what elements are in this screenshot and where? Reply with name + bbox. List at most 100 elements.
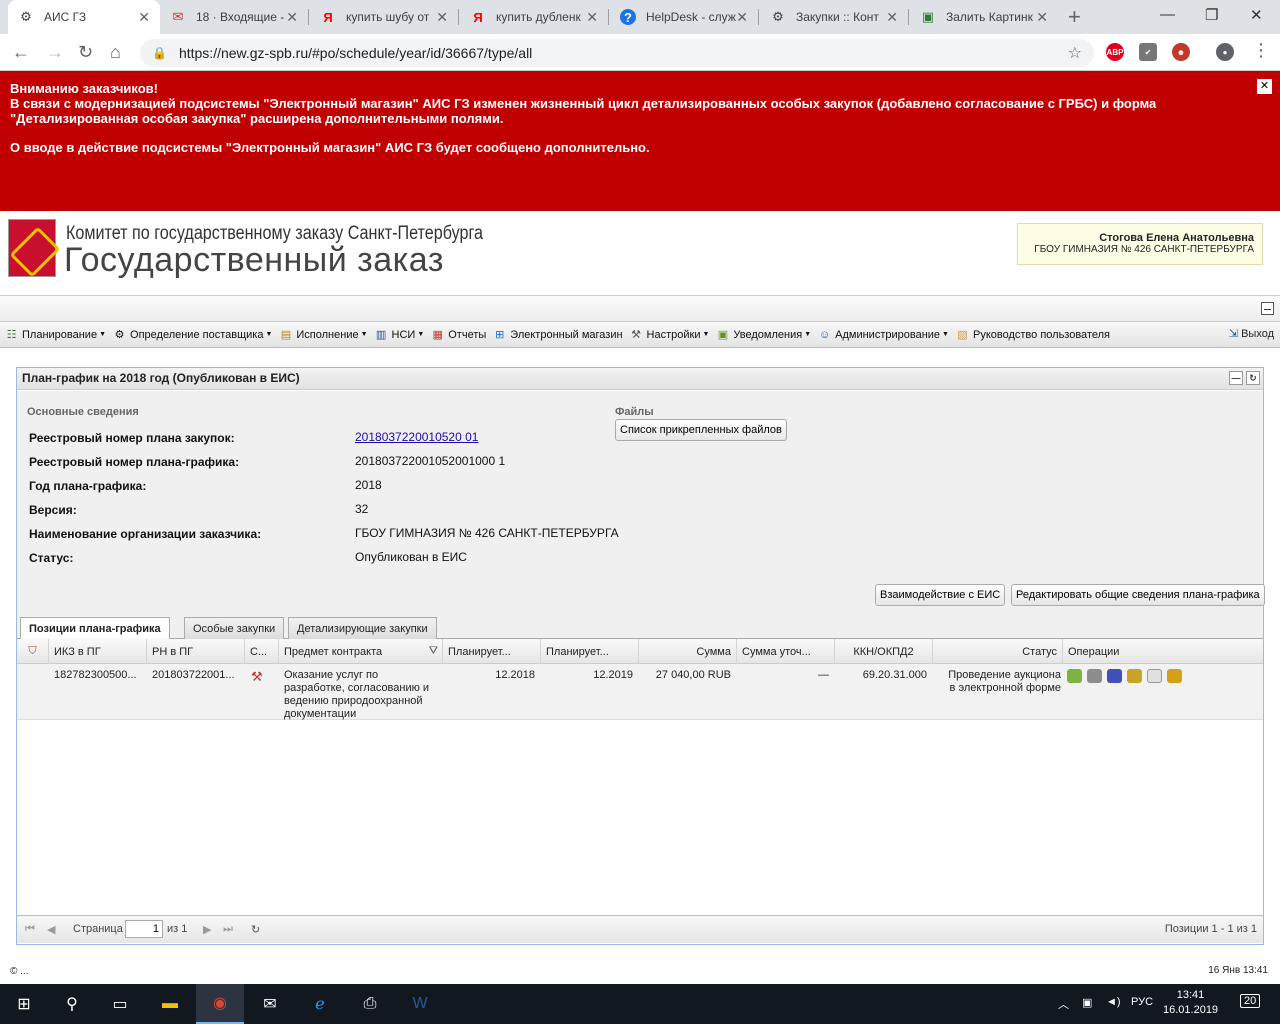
- fax-scan-icon[interactable]: ⎙: [346, 984, 394, 1024]
- internet-explorer-icon[interactable]: ℯ: [296, 984, 344, 1024]
- cart-icon: ⊞: [495, 329, 505, 341]
- profile-icon[interactable]: ●: [1216, 43, 1234, 61]
- col-subject[interactable]: Предмет контракта ⛛: [279, 639, 443, 664]
- new-tab-button[interactable]: +: [1068, 4, 1081, 30]
- address-bar[interactable]: 🔒 https://new.gz-spb.ru/#po/schedule/yea…: [140, 39, 1094, 67]
- close-tab-icon[interactable]: ✕: [736, 9, 748, 26]
- menu-eshop[interactable]: ⊞ Электронный магазин: [492, 328, 622, 342]
- close-tab-icon[interactable]: ✕: [1036, 9, 1048, 26]
- attached-files-button[interactable]: Список прикрепленных файлов: [615, 419, 787, 441]
- col-plan-1[interactable]: Планирует...: [443, 639, 541, 664]
- gear-icon[interactable]: [1087, 669, 1103, 683]
- forward-icon[interactable]: →: [46, 42, 64, 63]
- menu-settings[interactable]: ⚒ Настройки ▼: [629, 328, 709, 342]
- scroll-icon[interactable]: [1167, 669, 1183, 683]
- browser-tab-helpdesk[interactable]: ? HelpDesk - служ ✕: [610, 0, 758, 34]
- browser-tab-zakupki[interactable]: ⚙ Закупки :: Конт ✕: [760, 0, 908, 34]
- money-icon[interactable]: [1067, 669, 1082, 683]
- menu-execution[interactable]: ▤ Исполнение ▼: [278, 328, 368, 342]
- emblem-icon[interactable]: [1127, 669, 1143, 683]
- col-ikz[interactable]: ИКЗ в ПГ: [49, 639, 147, 664]
- schedule-panel: План-график на 2018 год (Опубликован в Е…: [16, 367, 1265, 945]
- document-icon[interactable]: [1147, 669, 1163, 683]
- search-icon[interactable]: ⚲: [48, 984, 96, 1024]
- col-okpd[interactable]: ККН/ОКПД2: [835, 639, 933, 664]
- menu-supplier[interactable]: ⚙ Определение поставщика ▼: [112, 328, 273, 342]
- execution-icon: ▤: [280, 329, 292, 341]
- browser-tab-mail[interactable]: ✉ 18 · Входящие - ✕: [160, 0, 308, 34]
- browser-tab-yandex-1[interactable]: Я купить шубу от ✕: [310, 0, 458, 34]
- menu-dots-icon[interactable]: ⋮: [1252, 40, 1270, 61]
- col-s[interactable]: С...: [245, 639, 279, 664]
- bookmark-star-icon[interactable]: ☆: [1068, 43, 1082, 63]
- chart-icon[interactable]: [1107, 669, 1123, 683]
- col-operations[interactable]: Операции: [1063, 639, 1263, 664]
- browser-tab-yandex-2[interactable]: Я купить дубленк ✕: [460, 0, 608, 34]
- plan-number-link[interactable]: 2018037220010520 01: [355, 430, 478, 444]
- extension-avatar-icon[interactable]: ☻: [1172, 43, 1190, 61]
- close-tab-icon[interactable]: ✕: [886, 9, 898, 26]
- menu-notifications[interactable]: ▣ Уведомления ▼: [715, 328, 811, 342]
- close-tab-icon[interactable]: ✕: [286, 9, 298, 26]
- home-icon[interactable]: ⌂: [110, 42, 121, 63]
- task-view-icon[interactable]: ▭: [96, 984, 144, 1024]
- reload-icon[interactable]: ↻: [78, 42, 93, 63]
- file-explorer-icon[interactable]: ▬: [146, 984, 194, 1024]
- edit-general-info-button[interactable]: Редактировать общие сведения плана-графи…: [1011, 584, 1265, 606]
- prev-page-icon[interactable]: ◀: [47, 923, 55, 936]
- next-page-icon[interactable]: ▶: [203, 923, 211, 936]
- tray-clock[interactable]: 13:41 16.01.2019: [1163, 988, 1218, 1018]
- tray-expand-icon[interactable]: ︿: [1058, 996, 1069, 1012]
- tray-network-icon[interactable]: ▣: [1082, 996, 1092, 1009]
- browser-tab-image-upload[interactable]: ▣ Залить Картинк ✕: [910, 0, 1058, 34]
- close-tab-icon[interactable]: ✕: [586, 9, 598, 26]
- menu-administration[interactable]: ☺ Администрирование ▼: [817, 328, 949, 342]
- windows-start-icon[interactable]: ⊞: [0, 984, 48, 1024]
- chrome-icon[interactable]: ◉: [196, 984, 244, 1024]
- tab-detailing-purchases[interactable]: Детализирующие закупки: [288, 617, 437, 639]
- close-tab-icon[interactable]: ✕: [436, 9, 448, 26]
- back-icon[interactable]: ←: [12, 42, 30, 63]
- eis-interaction-button[interactable]: Взаимодействие с ЕИС: [875, 584, 1006, 606]
- cell-sum-refined: —: [818, 669, 829, 681]
- extension-icon[interactable]: ✔: [1139, 43, 1157, 61]
- planning-icon: ☷: [6, 329, 17, 341]
- filter-clear-icon[interactable]: ⛉: [17, 639, 49, 664]
- close-window-button[interactable]: ✕: [1250, 6, 1263, 24]
- panel-collapse-button[interactable]: —: [1229, 371, 1243, 385]
- table-row[interactable]: 182782300500... 201803722001... ⚒ Оказан…: [17, 664, 1263, 720]
- filter-icon[interactable]: ⛛: [429, 645, 438, 658]
- menu-reports[interactable]: ▦ Отчеты: [430, 328, 487, 342]
- adblock-icon[interactable]: ABP: [1106, 43, 1124, 61]
- restore-button[interactable]: ❐: [1205, 6, 1218, 24]
- first-page-icon[interactable]: ⏮: [25, 923, 35, 936]
- user-name: Стогова Елена Анатольевна: [1099, 232, 1254, 244]
- user-organization: ГБОУ ГИМНАЗИЯ № 426 САНКТ-ПЕТЕРБУРГА: [1034, 244, 1254, 255]
- collapse-header-button[interactable]: [1261, 302, 1274, 315]
- col-plan-2[interactable]: Планирует...: [541, 639, 639, 664]
- word-icon[interactable]: W: [396, 984, 444, 1024]
- mail-icon[interactable]: ✉: [246, 984, 294, 1024]
- close-tab-icon[interactable]: ✕: [138, 9, 150, 26]
- col-rn[interactable]: РН в ПГ: [147, 639, 245, 664]
- coat-of-arms-logo: [8, 219, 56, 277]
- banner-close-button[interactable]: ✕: [1257, 79, 1272, 94]
- tray-volume-icon[interactable]: ◄): [1106, 996, 1121, 1008]
- page-number-input[interactable]: [125, 920, 163, 938]
- refresh-icon[interactable]: ↻: [251, 923, 260, 936]
- menu-nsi[interactable]: ▥ НСИ ▼: [374, 328, 424, 342]
- minimize-button[interactable]: —: [1160, 6, 1175, 23]
- col-status[interactable]: Статус: [933, 639, 1063, 664]
- tab-special-purchases[interactable]: Особые закупки: [184, 617, 285, 639]
- tray-language[interactable]: РУС: [1131, 996, 1153, 1008]
- notification-center-icon[interactable]: 20: [1240, 994, 1261, 1008]
- menu-manual[interactable]: ▧ Руководство пользователя: [955, 328, 1110, 342]
- logout-button[interactable]: ⇲ Выход: [1229, 327, 1274, 341]
- col-sum[interactable]: Сумма: [639, 639, 737, 664]
- tab-schedule-positions[interactable]: Позиции плана-графика: [20, 617, 170, 640]
- col-sum-refined[interactable]: Сумма уточ...: [737, 639, 835, 664]
- browser-tab-ais[interactable]: ⚙ АИС ГЗ ✕: [8, 0, 160, 34]
- last-page-icon[interactable]: ⏭: [223, 923, 233, 936]
- menu-planning[interactable]: ☷ Планирование ▼: [4, 328, 106, 342]
- panel-refresh-button[interactable]: ↻: [1246, 371, 1260, 385]
